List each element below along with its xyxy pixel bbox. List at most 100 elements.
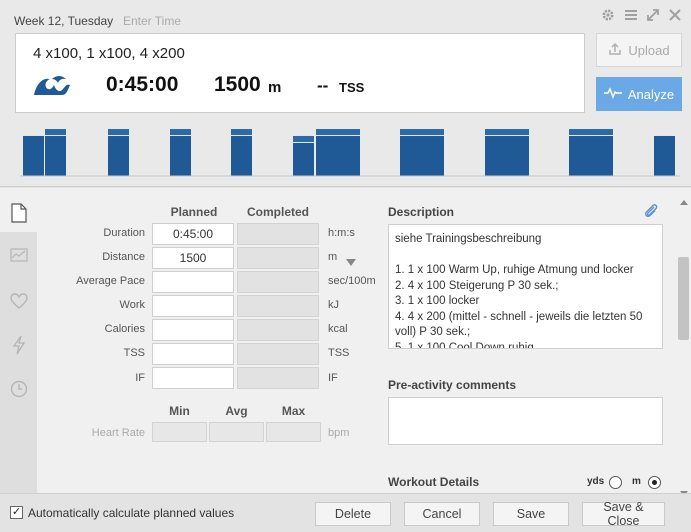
time-input[interactable] (123, 14, 203, 28)
average-pace-unit: sec/100m (328, 275, 376, 287)
distance-planned-input[interactable] (152, 247, 234, 269)
average-pace-completed-input[interactable] (237, 271, 319, 293)
description-line: 3. 1 x 100 locker (395, 295, 480, 307)
analyze-label: Analyze (627, 86, 675, 102)
if-completed-input[interactable] (237, 367, 319, 389)
distance-unit-label: m (328, 251, 338, 263)
interval-bar[interactable] (45, 136, 66, 176)
calories-completed-input[interactable] (237, 319, 319, 341)
workout-summary-box: 4 x100, 1 x100, 4 x200 0:45:00 1500 m --… (15, 33, 585, 113)
duration-unit: h:m:s (328, 227, 355, 239)
description-textarea[interactable]: siehe Trainingsbeschreibung 1. 1 x 100 W… (388, 224, 663, 349)
scrollbar-track[interactable] (676, 188, 691, 493)
upload-icon (608, 42, 622, 59)
distance-value: 1500 (214, 73, 261, 96)
hr-max-header: Max (281, 404, 306, 418)
workout-structure-chart[interactable] (20, 120, 680, 178)
distance-unit: m (268, 79, 282, 96)
save-close-button[interactable]: Save & Close (582, 500, 665, 528)
work-unit: kJ (328, 299, 339, 311)
description-line: 2. 4 x 100 Steigerung P 30 sek.; (395, 279, 559, 292)
duration-planned-input[interactable] (152, 223, 234, 245)
interval-bar[interactable] (293, 142, 314, 176)
interval-bar[interactable] (231, 136, 252, 176)
interval-bar-cap (108, 129, 129, 136)
interval-bar-cap (569, 129, 613, 136)
footer-bar: ✓ Automatically calculate planned values… (0, 493, 691, 532)
duration-label: Duration (103, 227, 145, 239)
workout-title[interactable]: 4 x100, 1 x100, 4 x200 (33, 45, 185, 62)
m-label: m (632, 476, 641, 487)
description-title: Description (388, 205, 455, 219)
interval-bar[interactable] (108, 136, 129, 176)
pulse-icon (603, 86, 622, 102)
m-radio[interactable] (648, 476, 661, 489)
planned-header: Planned (170, 205, 218, 219)
scroll-up-icon[interactable] (680, 192, 688, 210)
completed-header: Completed (246, 205, 309, 219)
hr-min-input[interactable] (152, 422, 207, 442)
cancel-button[interactable]: Cancel (404, 502, 480, 526)
gear-icon[interactable] (600, 8, 616, 24)
calories-planned-input[interactable] (152, 319, 234, 341)
upload-button[interactable]: Upload (596, 33, 682, 67)
interval-bar[interactable] (170, 136, 191, 176)
yds-label: yds (587, 476, 605, 487)
work-label: Work (119, 299, 145, 311)
description-line (395, 248, 656, 264)
interval-bar-cap (231, 129, 252, 136)
calories-unit: kcal (328, 323, 348, 335)
hr-avg-header: Avg (225, 404, 248, 418)
date-label: Week 12, Tuesday (14, 14, 114, 28)
tss-completed-input[interactable] (237, 343, 319, 365)
auto-calc-label[interactable]: Automatically calculate planned values (28, 506, 234, 520)
tss-label: TSS (339, 80, 365, 95)
calories-label: Calories (104, 323, 145, 335)
interval-bar-cap (316, 129, 360, 136)
distance-completed-input[interactable] (237, 247, 319, 269)
duration-value: 0:45:00 (106, 73, 179, 96)
analyze-button[interactable]: Analyze (596, 77, 682, 111)
interval-bar[interactable] (400, 136, 444, 176)
interval-bar-cap (170, 129, 191, 136)
duration-completed-input[interactable] (237, 223, 319, 245)
hr-avg-input[interactable] (209, 422, 264, 442)
if-planned-input[interactable] (152, 367, 234, 389)
interval-bar-cap (485, 129, 529, 136)
tss-row-label: TSS (123, 347, 145, 359)
distance-label: Distance (102, 251, 145, 263)
expand-icon[interactable] (645, 8, 661, 24)
work-planned-input[interactable] (152, 295, 234, 317)
if-label: IF (135, 372, 145, 384)
description-line: siehe Trainingsbeschreibung (395, 233, 542, 245)
delete-button[interactable]: Delete (315, 502, 391, 526)
tss-unit: TSS (328, 347, 350, 359)
auto-calc-checkbox[interactable]: ✓ (10, 506, 23, 519)
hr-max-input[interactable] (266, 422, 321, 442)
work-completed-input[interactable] (237, 295, 319, 317)
distance-unit-dropdown-icon[interactable] (346, 253, 356, 271)
tss-value: -- (317, 76, 329, 95)
interval-bar-cap (45, 129, 66, 136)
preactivity-textarea[interactable] (388, 397, 663, 445)
interval-bar-cap (400, 129, 444, 136)
tss-planned-input[interactable] (152, 343, 234, 365)
interval-bar[interactable] (654, 135, 675, 176)
average-pace-planned-input[interactable] (152, 271, 234, 293)
interval-bar[interactable] (23, 135, 44, 176)
description-line: 1. 1 x 100 Warm Up, ruhige Atmung und lo… (395, 264, 634, 276)
tab-details-icon[interactable] (0, 198, 37, 228)
if-unit: IF (328, 372, 338, 384)
workout-header: Week 12, Tuesday 4 x100, 1 x100, 4 x200 … (0, 0, 691, 187)
heart-rate-unit: bpm (328, 427, 350, 439)
close-icon[interactable] (667, 8, 683, 24)
yds-radio[interactable] (609, 476, 622, 489)
average-pace-label: Average Pace (76, 275, 145, 287)
interval-bar[interactable] (316, 136, 360, 176)
save-button[interactable]: Save (493, 502, 569, 526)
paperclip-icon[interactable] (644, 203, 658, 224)
menu-icon[interactable] (623, 8, 639, 24)
interval-bar[interactable] (485, 136, 529, 176)
scrollbar-thumb[interactable] (678, 257, 689, 340)
interval-bar[interactable] (569, 136, 613, 176)
